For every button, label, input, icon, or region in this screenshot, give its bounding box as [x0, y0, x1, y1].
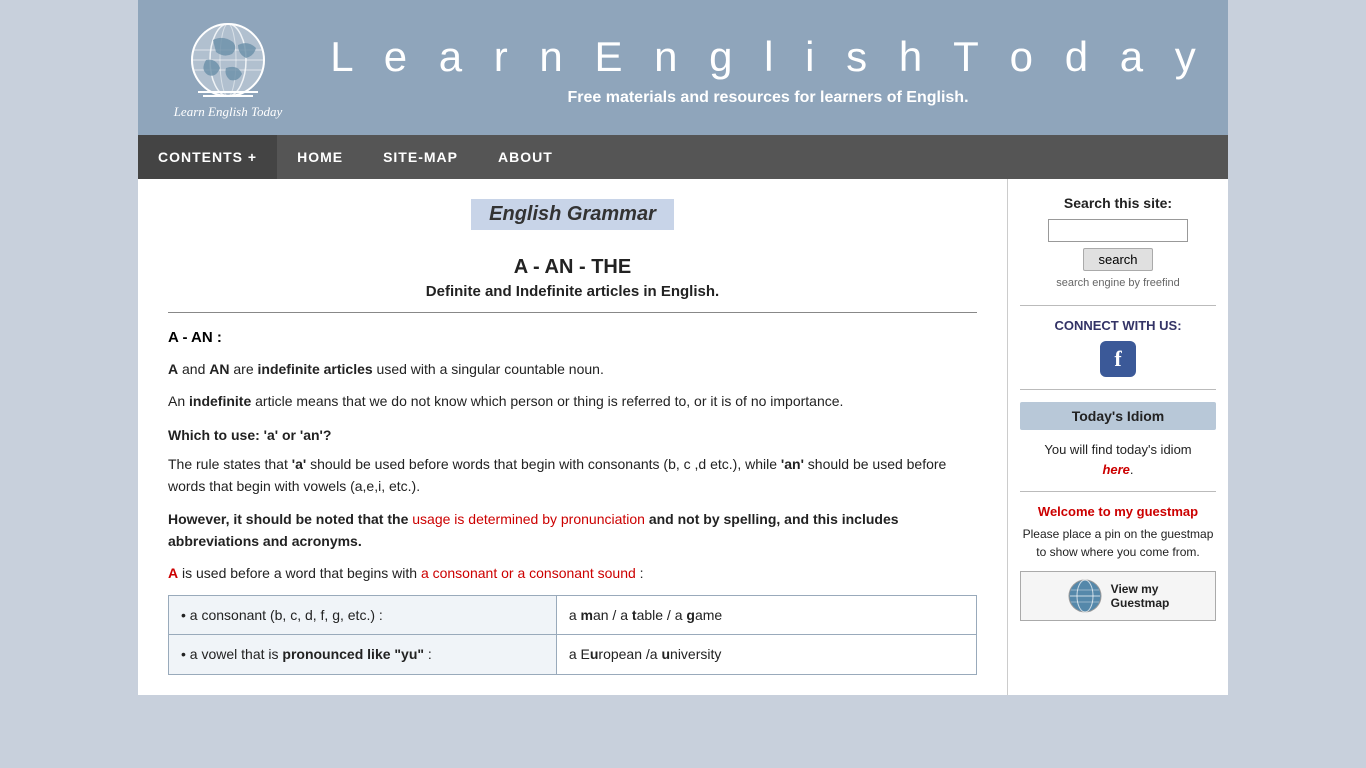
idiom-label: You will find today's idiom — [1044, 442, 1191, 457]
site-title-area: L e a r n E n g l i s h T o d a y Free m… — [328, 33, 1208, 107]
consonant-sound: a consonant or a consonant sound — [421, 565, 636, 581]
para1-an: AN — [209, 361, 229, 377]
para1: A and AN are indefinite articles used wi… — [168, 358, 977, 380]
search-engine-text: search engine by freefind — [1020, 277, 1216, 289]
sidebar-divider-3 — [1020, 491, 1216, 492]
guestmap-section: Welcome to my guestmap Please place a pi… — [1020, 504, 1216, 621]
a-letter: A — [168, 565, 178, 581]
logo-tagline: Learn English Today — [174, 104, 283, 120]
article-subtitle: Definite and Indefinite articles in Engl… — [168, 283, 977, 300]
globe-icon — [188, 20, 268, 100]
table-cell-right-1: a man / a table / a game — [556, 595, 976, 634]
site-header: Learn English Today L e a r n E n g l i … — [138, 0, 1228, 135]
section-divider — [168, 312, 977, 313]
guestmap-text: Please place a pin on the guestmap to sh… — [1020, 525, 1216, 561]
search-button[interactable]: search — [1083, 248, 1152, 271]
a-colon: : — [640, 565, 644, 581]
sidebar-divider-2 — [1020, 389, 1216, 390]
navbar: CONTENTS + HOME SITE-MAP ABOUT — [138, 135, 1228, 179]
guestmap-button-label: View myGuestmap — [1111, 582, 1170, 610]
rule-para: The rule states that 'a' should be used … — [168, 453, 977, 498]
search-title: Search this site: — [1020, 195, 1216, 211]
sidebar-divider-1 — [1020, 305, 1216, 306]
site-title: L e a r n E n g l i s h T o d a y — [328, 33, 1208, 81]
table-cell-right-2: a European /a university — [556, 635, 976, 674]
main-layout: English Grammar A - AN - THE Definite an… — [138, 179, 1228, 695]
article-title: A - AN - THE — [168, 256, 977, 279]
table-cell-left-2: • a vowel that is pronounced like "yu" : — [169, 635, 557, 674]
nav-sitemap[interactable]: SITE-MAP — [363, 135, 478, 179]
nav-contents[interactable]: CONTENTS + — [138, 135, 277, 179]
content-area: English Grammar A - AN - THE Definite an… — [138, 179, 1008, 695]
guestmap-button[interactable]: View myGuestmap — [1020, 571, 1216, 621]
table-cell-left-1: • a consonant (b, c, d, f, g, etc.) : — [169, 595, 557, 634]
nav-about[interactable]: ABOUT — [478, 135, 573, 179]
idiom-text: You will find today's idiom here. — [1020, 440, 1216, 479]
connect-section: CONNECT WITH US: f — [1020, 318, 1216, 377]
guestmap-welcome: Welcome to my guestmap — [1020, 504, 1216, 519]
todays-idiom-box: Today's Idiom — [1020, 402, 1216, 430]
para1-a: A — [168, 361, 178, 377]
sidebar: Search this site: search search engine b… — [1008, 179, 1228, 637]
which-use-heading: Which to use: 'a' or 'an'? — [168, 427, 977, 443]
nav-home[interactable]: HOME — [277, 135, 363, 179]
idiom-here-link[interactable]: here — [1102, 462, 1129, 477]
table-row: • a consonant (b, c, d, f, g, etc.) : a … — [169, 595, 977, 634]
table-row: • a vowel that is pronounced like "yu" :… — [169, 635, 977, 674]
a-is-used: is used before a word that begins with — [182, 565, 421, 581]
section-a-an-label: A - AN : — [168, 329, 977, 346]
site-tagline: Free materials and resources for learner… — [328, 89, 1208, 107]
para2: An indefinite article means that we do n… — [168, 390, 977, 412]
however-red: usage is determined by pronunciation — [412, 511, 645, 527]
however-para: However, it should be noted that the usa… — [168, 508, 977, 553]
search-section: Search this site: search search engine b… — [1020, 195, 1216, 289]
search-input[interactable] — [1048, 219, 1188, 242]
facebook-icon[interactable]: f — [1100, 341, 1136, 377]
logo-area: Learn English Today — [158, 20, 298, 120]
para1-are: are indefinite articles used with a sing… — [233, 361, 603, 377]
heading-wrapper: English Grammar — [168, 199, 977, 246]
examples-table: • a consonant (b, c, d, f, g, etc.) : a … — [168, 595, 977, 675]
a-used-before: A is used before a word that begins with… — [168, 562, 977, 584]
guestmap-globe-icon — [1067, 578, 1103, 614]
page-heading: English Grammar — [471, 199, 674, 230]
para1-and: and — [182, 361, 209, 377]
connect-title: CONNECT WITH US: — [1020, 318, 1216, 333]
